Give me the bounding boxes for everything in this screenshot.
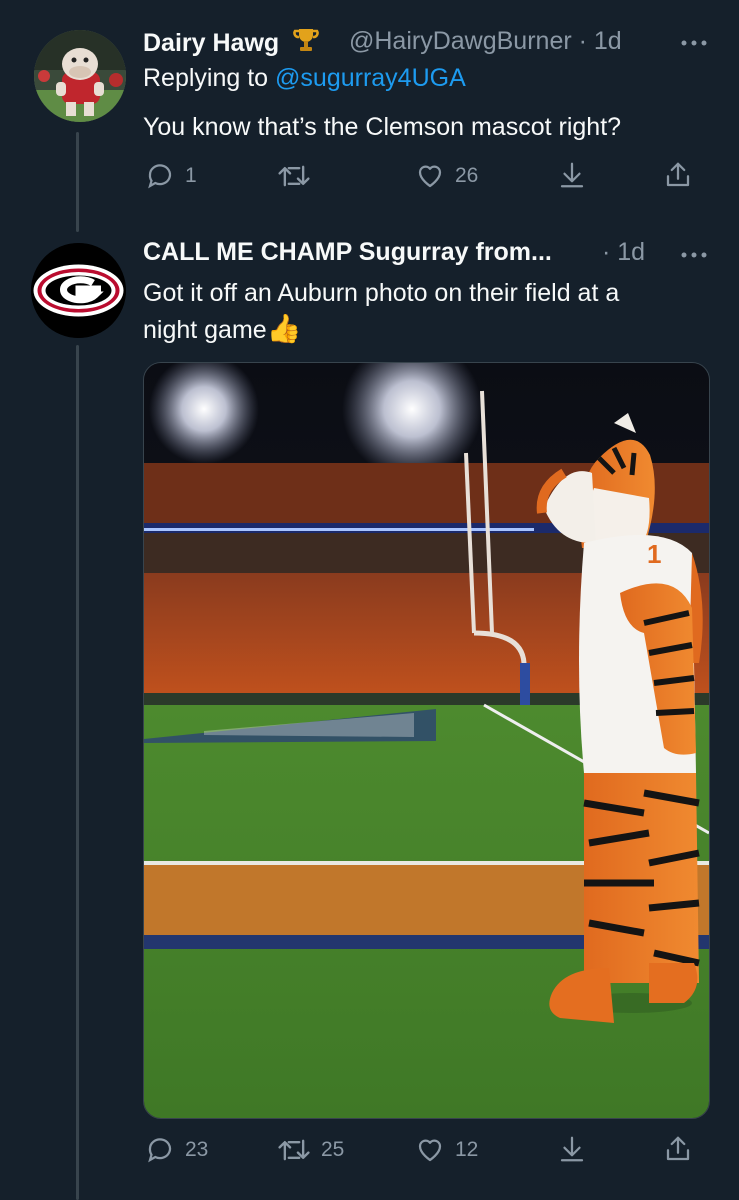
reply-count: 23 xyxy=(185,1138,209,1161)
save-button[interactable] xyxy=(557,160,587,190)
replying-to: Replying to @sugurray4UGA xyxy=(143,60,466,96)
share-button[interactable] xyxy=(663,160,693,190)
tweet-photo[interactable]: 1 xyxy=(143,362,710,1119)
reply-icon xyxy=(148,1138,172,1163)
time-info[interactable]: · 1d xyxy=(602,238,645,267)
display-name-text[interactable]: Dairy Hawg xyxy=(143,29,279,57)
tweet-text-line-2-text: night game xyxy=(143,316,267,344)
like-button[interactable]: 26 xyxy=(415,161,478,191)
reply-count: 1 xyxy=(185,164,197,187)
thread-line-2 xyxy=(76,345,79,1200)
share-icon xyxy=(666,1136,690,1161)
handle-and-time[interactable]: @HairyDawgBurner · 1d xyxy=(349,27,622,56)
retweet-button[interactable]: 25 xyxy=(277,1135,344,1165)
handle[interactable]: @HairyDawgBurner xyxy=(349,27,572,55)
photo-icon: 1 xyxy=(144,363,709,1118)
timestamp[interactable]: 1d xyxy=(617,238,645,266)
trophy-icon xyxy=(292,26,320,61)
retweet-icon xyxy=(278,1139,310,1161)
avatar[interactable] xyxy=(31,243,126,338)
display-name[interactable]: CALL ME CHAMP Sugurray from... xyxy=(143,238,552,267)
thumbs-up-emoji: 👍 xyxy=(266,313,302,344)
like-button[interactable]: 12 xyxy=(415,1135,478,1165)
replying-to-handle[interactable]: @sugurray4UGA xyxy=(275,64,466,92)
heart-icon xyxy=(418,1139,442,1162)
tweet-text-line-1: Got it off an Auburn photo on their fiel… xyxy=(143,279,620,307)
retweet-count: 25 xyxy=(321,1138,345,1161)
thread-line-1 xyxy=(76,132,79,232)
more-options-icon[interactable] xyxy=(680,240,708,266)
display-name[interactable]: Dairy Hawg xyxy=(143,26,320,61)
timestamp[interactable]: 1d xyxy=(594,27,622,55)
tweet-text: Got it off an Auburn photo on their fiel… xyxy=(143,275,728,348)
download-icon xyxy=(560,1136,584,1162)
replying-to-label: Replying to xyxy=(143,64,269,92)
svg-text:1: 1 xyxy=(647,539,661,569)
reply-icon xyxy=(148,164,172,189)
like-count: 12 xyxy=(455,1138,479,1161)
download-icon xyxy=(560,162,584,188)
mascot-avatar-image xyxy=(34,30,126,122)
like-count: 26 xyxy=(455,164,479,187)
reply-button[interactable]: 1 xyxy=(145,161,197,191)
retweet-icon xyxy=(278,165,310,187)
share-button[interactable] xyxy=(663,1134,693,1164)
separator-dot: · xyxy=(578,27,587,55)
separator-dot: · xyxy=(602,238,611,266)
georgia-g-logo xyxy=(31,243,126,338)
tweet-text-line-2: night game👍 xyxy=(143,311,728,348)
heart-icon xyxy=(418,165,442,188)
avatar[interactable] xyxy=(34,30,126,122)
share-icon xyxy=(666,162,690,187)
tweet-text: You know that’s the Clemson mascot right… xyxy=(143,113,622,141)
more-options-icon[interactable] xyxy=(680,28,708,54)
reply-button[interactable]: 23 xyxy=(145,1135,208,1165)
save-button[interactable] xyxy=(557,1134,587,1164)
retweet-button[interactable] xyxy=(277,161,321,191)
